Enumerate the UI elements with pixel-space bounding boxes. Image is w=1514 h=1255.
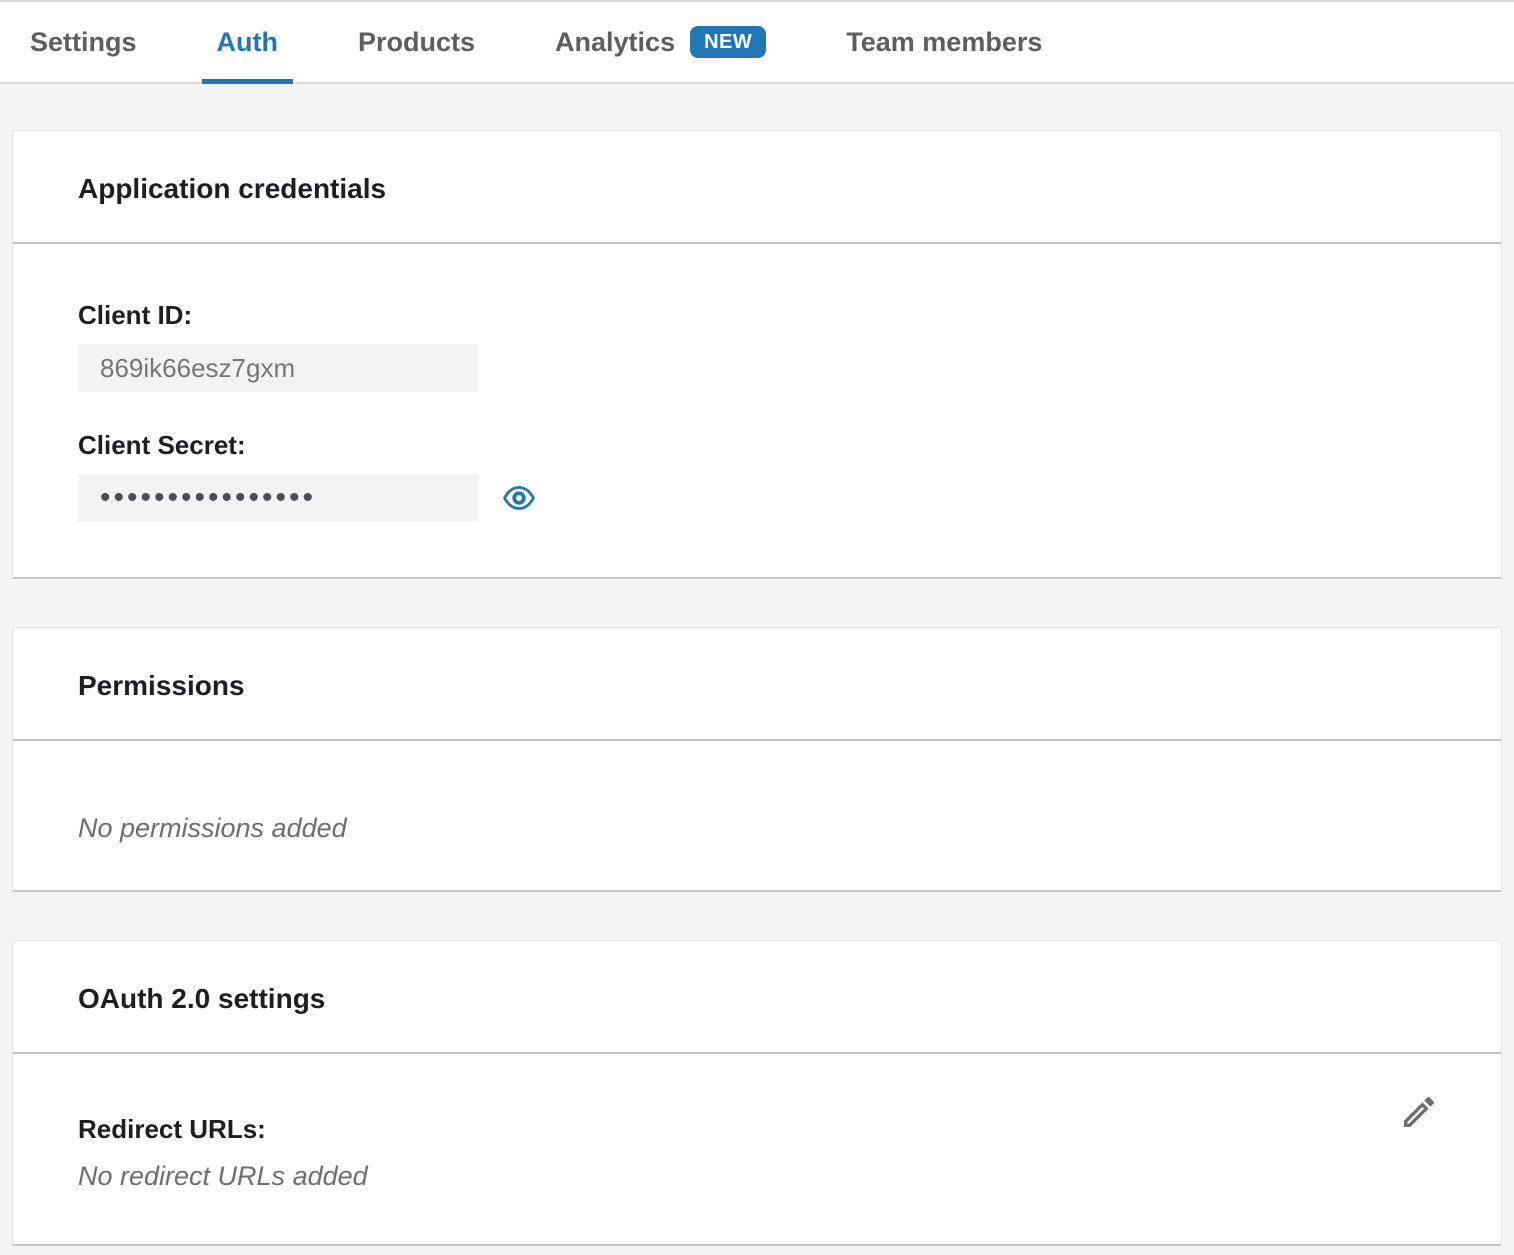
redirect-urls-block: Redirect URLs: No redirect URLs added	[78, 1114, 368, 1192]
tab-products[interactable]: Products	[343, 2, 490, 82]
permissions-empty-text: No permissions added	[78, 812, 1436, 844]
new-badge: NEW	[690, 26, 766, 58]
redirect-urls-empty-text: No redirect URLs added	[78, 1160, 368, 1192]
permissions-title: Permissions	[78, 669, 1436, 703]
tab-analytics-label: Analytics	[555, 27, 675, 57]
tab-analytics[interactable]: Analytics NEW	[540, 2, 781, 82]
client-secret-field[interactable]: ••••••••••••••••	[78, 474, 478, 522]
client-id-field[interactable]: 869ik66esz7gxm	[78, 344, 478, 392]
main-content: Application credentials Client ID: 869ik…	[0, 84, 1514, 1255]
permissions-header: Permissions	[13, 628, 1501, 741]
tab-auth-label: Auth	[217, 27, 278, 57]
tab-bar: Settings Auth Products Analytics NEW Tea…	[0, 0, 1514, 84]
client-id-value: 869ik66esz7gxm	[100, 353, 295, 384]
application-credentials-header: Application credentials	[13, 131, 1501, 244]
client-id-label: Client ID:	[78, 300, 1436, 330]
permissions-card: Permissions No permissions added	[12, 627, 1502, 892]
client-secret-row: ••••••••••••••••	[78, 474, 1436, 522]
client-secret-masked-value: ••••••••••••••••	[100, 475, 316, 521]
pencil-icon	[1399, 1092, 1439, 1132]
oauth-settings-card: OAuth 2.0 settings Redirect URLs: No red…	[12, 940, 1502, 1246]
application-credentials-body: Client ID: 869ik66esz7gxm Client Secret:…	[13, 244, 1501, 577]
permissions-body: No permissions added	[13, 741, 1501, 890]
tab-auth[interactable]: Auth	[202, 2, 293, 82]
tab-products-label: Products	[358, 27, 475, 57]
eye-icon	[502, 481, 536, 515]
oauth-settings-body: Redirect URLs: No redirect URLs added	[13, 1054, 1501, 1244]
application-credentials-title: Application credentials	[78, 172, 1436, 206]
application-credentials-card: Application credentials Client ID: 869ik…	[12, 130, 1502, 579]
tab-settings[interactable]: Settings	[15, 2, 152, 82]
tab-team-members[interactable]: Team members	[831, 2, 1057, 82]
oauth-settings-header: OAuth 2.0 settings	[13, 941, 1501, 1054]
tab-team-members-label: Team members	[846, 27, 1042, 57]
oauth-settings-title: OAuth 2.0 settings	[78, 982, 1436, 1016]
redirect-urls-label: Redirect URLs:	[78, 1114, 368, 1144]
reveal-secret-button[interactable]	[502, 481, 536, 515]
tab-settings-label: Settings	[30, 27, 137, 57]
client-secret-label: Client Secret:	[78, 430, 1436, 460]
edit-redirect-urls-button[interactable]	[1399, 1092, 1439, 1132]
